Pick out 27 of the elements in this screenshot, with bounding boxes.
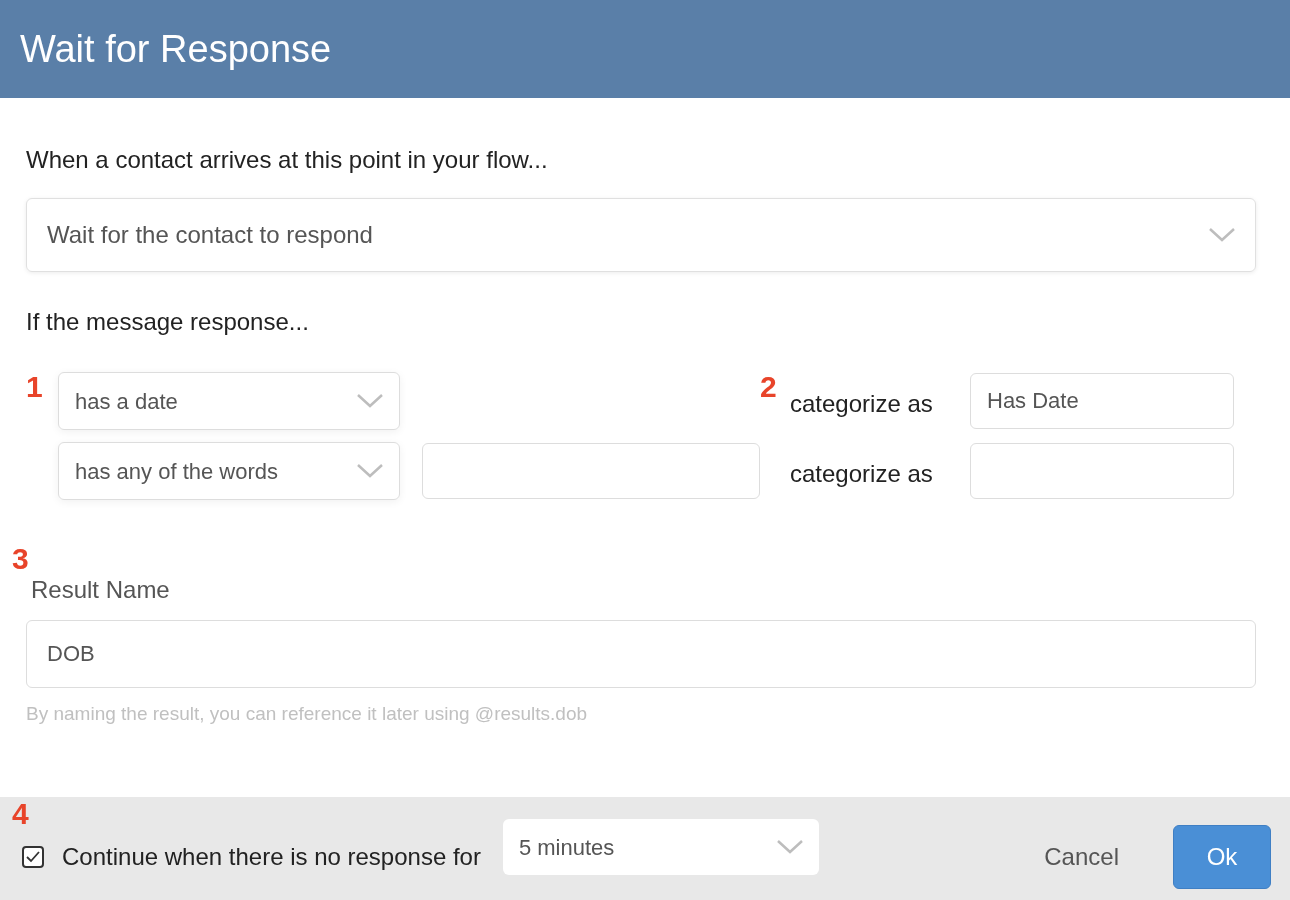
categorize-label: categorize as: [790, 389, 934, 419]
annotation-number: 2: [760, 370, 777, 403]
chevron-down-icon: [776, 840, 803, 854]
result-name-field[interactable]: DOB: [26, 620, 1256, 688]
annotation-number: 3: [12, 542, 29, 575]
timeout-label: Continue when there is no response for: [62, 842, 481, 872]
intro-text: When a contact arrives at this point in your flow...: [26, 145, 549, 175]
category-field[interactable]: Has Date: [970, 373, 1234, 429]
categorize-label: categorize as: [790, 459, 934, 489]
chevron-down-icon: [1209, 228, 1235, 242]
annotation-number: 1: [26, 370, 43, 403]
help-text: By naming the result, you can reference it later using @results.dob: [26, 702, 589, 726]
checkmark-icon: [26, 851, 40, 863]
chevron-down-icon: [357, 464, 383, 478]
dialog-title: Wait for Response: [20, 26, 332, 72]
chevron-down-icon: [357, 394, 383, 408]
operator-dropdown[interactable]: has any of the words: [58, 442, 400, 500]
argument-field[interactable]: [422, 443, 760, 499]
result-name-label: Result Name: [31, 575, 171, 605]
operator-dropdown[interactable]: has a date: [58, 372, 400, 430]
cancel-button[interactable]: Cancel: [1044, 839, 1119, 875]
timeout-checkbox[interactable]: [22, 846, 44, 868]
annotation-number: 4: [12, 797, 29, 830]
timeout-dropdown[interactable]: 5 minutes: [502, 819, 819, 875]
wait-mode-dropdown[interactable]: Wait for the contact to respond: [26, 198, 1256, 272]
rules-heading: If the message response...: [26, 307, 310, 337]
category-field[interactable]: [970, 443, 1234, 499]
